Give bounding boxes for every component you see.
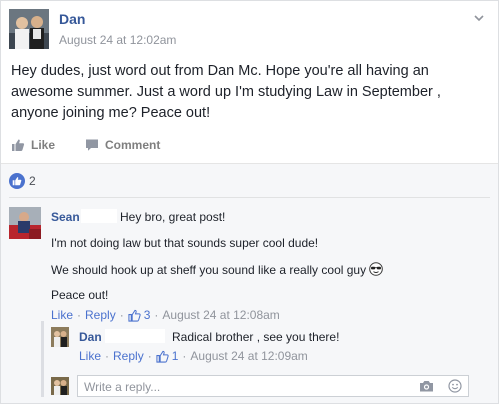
comment-text-1: Hey bro, great post! — [120, 210, 226, 224]
separator: · — [119, 308, 124, 322]
commenter-avatar[interactable] — [9, 207, 41, 239]
reply-input[interactable]: Write a reply... — [77, 375, 469, 397]
reply-thread-line — [41, 321, 44, 397]
thumbs-up-icon[interactable] — [128, 309, 141, 322]
separator: · — [105, 349, 110, 363]
redacted-surname — [105, 329, 165, 343]
reply-author-name[interactable]: Dan — [79, 330, 102, 344]
separator: · — [154, 308, 159, 322]
reply-reply-link[interactable]: Reply — [113, 349, 144, 363]
comment-reply-link[interactable]: Reply — [85, 308, 116, 322]
reply-timestamp[interactable]: August 24 at 12:09am — [190, 349, 307, 363]
like-label: Like — [31, 138, 56, 152]
comment-text-3-row: We should hook up at sheff you sound lik… — [51, 262, 383, 277]
thumbs-up-icon — [11, 138, 25, 152]
redacted-surname — [81, 209, 117, 223]
post-actions: Like Comment — [11, 135, 488, 155]
divider — [9, 197, 490, 198]
post-card: Dan August 24 at 12:02am Hey dudes, just… — [0, 0, 499, 404]
like-badge-icon — [9, 173, 25, 189]
reply-text: Radical brother , see you there! — [172, 330, 340, 344]
post-text: Hey dudes, just word out from Dan Mc. Ho… — [11, 63, 441, 121]
comment-text-4: Peace out! — [51, 288, 109, 302]
comments-section — [1, 163, 498, 403]
comment-text-3: We should hook up at sheff you sound lik… — [51, 263, 367, 277]
like-count: 2 — [29, 174, 36, 188]
comment-text-2: I'm not doing law but that sounds super … — [51, 236, 319, 250]
author-avatar[interactable] — [9, 9, 49, 49]
commenter-name[interactable]: Sean — [51, 210, 80, 224]
separator: · — [77, 308, 82, 322]
reply-like-link[interactable]: Like — [79, 349, 101, 363]
comment-meta: Like · Reply · 3 · August 24 at 12:08am — [51, 308, 280, 322]
comment-like-link[interactable]: Like — [51, 308, 73, 322]
post-header: Dan August 24 at 12:02am — [9, 9, 490, 53]
author-name[interactable]: Dan — [59, 11, 85, 27]
thumbs-up-icon[interactable] — [156, 350, 169, 363]
comment-like-count[interactable]: 3 — [144, 308, 151, 322]
reply-input-icons — [419, 379, 462, 398]
reply-like-count[interactable]: 1 — [172, 349, 179, 363]
chevron-down-icon[interactable] — [472, 11, 486, 25]
reply-meta: Like · Reply · 1 · August 24 at 12:09am — [79, 349, 308, 363]
reply-author-avatar[interactable] — [51, 327, 69, 347]
camera-icon[interactable] — [419, 379, 434, 398]
comment-timestamp[interactable]: August 24 at 12:08am — [162, 308, 279, 322]
current-user-avatar — [51, 377, 69, 395]
post-timestamp[interactable]: August 24 at 12:02am — [59, 33, 176, 47]
comment-button[interactable]: Comment — [85, 135, 160, 155]
sunglasses-emoji-icon — [369, 262, 383, 276]
reply-input-placeholder: Write a reply... — [84, 380, 161, 394]
speech-bubble-icon — [85, 138, 99, 152]
like-summary[interactable]: 2 — [9, 171, 36, 191]
comment-label: Comment — [105, 138, 161, 152]
write-reply-row: Write a reply... — [51, 375, 471, 397]
smiley-icon[interactable] — [448, 379, 462, 398]
separator: · — [182, 349, 187, 363]
separator: · — [147, 349, 152, 363]
like-button[interactable]: Like — [11, 135, 55, 155]
